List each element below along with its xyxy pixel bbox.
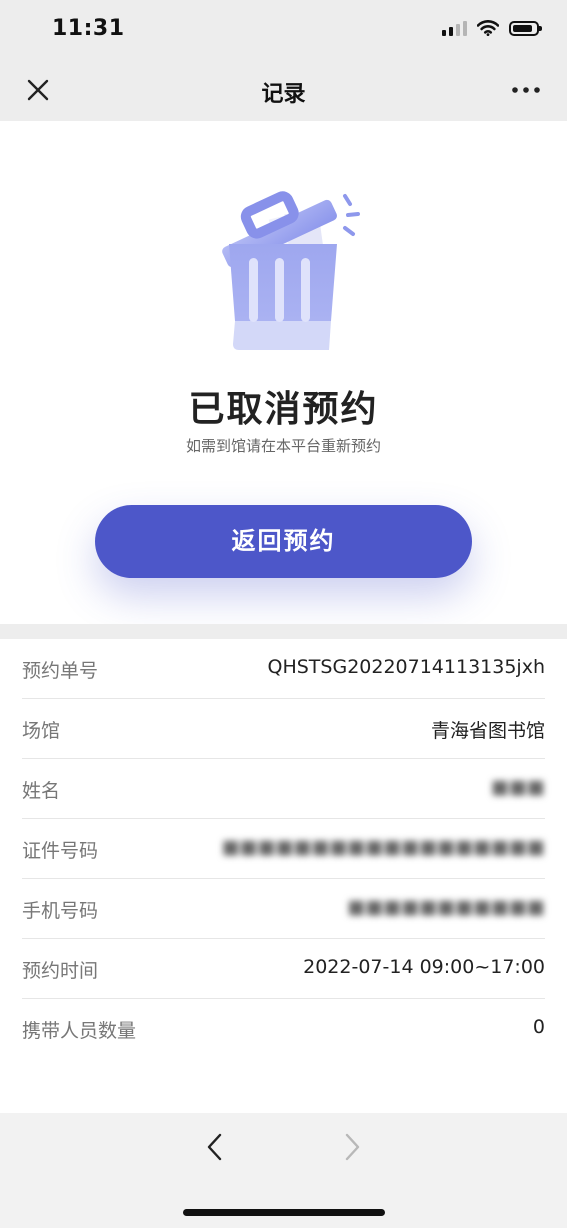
section-divider — [0, 624, 567, 639]
status-title: 已取消预约 — [188, 389, 379, 430]
wifi-icon — [477, 20, 499, 36]
detail-value: 青海省图书馆 — [430, 720, 545, 742]
detail-row-phone: 手机号码 ■■■■■■■■■■■ — [22, 879, 545, 939]
detail-value-redacted: ■■■■■■■■■■■■■■■■■■ — [221, 836, 545, 858]
reservation-details: 预约单号 QHSTSG20220714113135jxh 场馆 青海省图书馆 姓… — [0, 639, 567, 1059]
return-reservation-button[interactable]: 返回预约 — [95, 505, 472, 578]
cellular-signal-icon — [442, 20, 467, 36]
status-subtitle: 如需到馆请在本平台重新预约 — [185, 437, 381, 455]
status-time: 11:31 — [52, 16, 125, 41]
chevron-left-icon[interactable] — [203, 1132, 227, 1162]
detail-label: 场馆 — [22, 720, 61, 742]
detail-row-order-number: 预约单号 QHSTSG20220714113135jxh — [22, 639, 545, 699]
top-bar: 11:31 记录 — [0, 0, 567, 121]
detail-label: 证件号码 — [22, 840, 99, 862]
home-indicator — [183, 1209, 385, 1216]
detail-label: 携带人员数量 — [22, 1020, 137, 1042]
detail-row-id-number: 证件号码 ■■■■■■■■■■■■■■■■■■ — [22, 819, 545, 879]
trash-bin-icon — [222, 191, 360, 350]
detail-row-companions: 携带人员数量 0 — [22, 999, 545, 1059]
chevron-right-icon[interactable] — [340, 1132, 364, 1162]
battery-icon — [509, 20, 542, 36]
detail-value: 0 — [532, 1016, 545, 1038]
detail-row-venue: 场馆 青海省图书馆 — [22, 699, 545, 759]
detail-label: 预约单号 — [22, 660, 99, 682]
page-title: 记录 — [261, 82, 306, 107]
detail-row-time: 预约时间 2022-07-14 09:00~17:00 — [22, 939, 545, 999]
detail-label: 预约时间 — [22, 960, 99, 982]
detail-value: 2022-07-14 09:00~17:00 — [303, 956, 545, 978]
more-icon[interactable] — [511, 80, 541, 100]
detail-value-redacted: ■■■■■■■■■■■ — [347, 896, 545, 918]
detail-value: QHSTSG20220714113135jxh — [267, 656, 546, 678]
detail-label: 手机号码 — [22, 900, 99, 922]
detail-value-redacted: ■■■ — [491, 776, 545, 798]
detail-row-name: 姓名 ■■■ — [22, 759, 545, 819]
status-icons — [442, 20, 542, 36]
detail-label: 姓名 — [22, 780, 61, 802]
